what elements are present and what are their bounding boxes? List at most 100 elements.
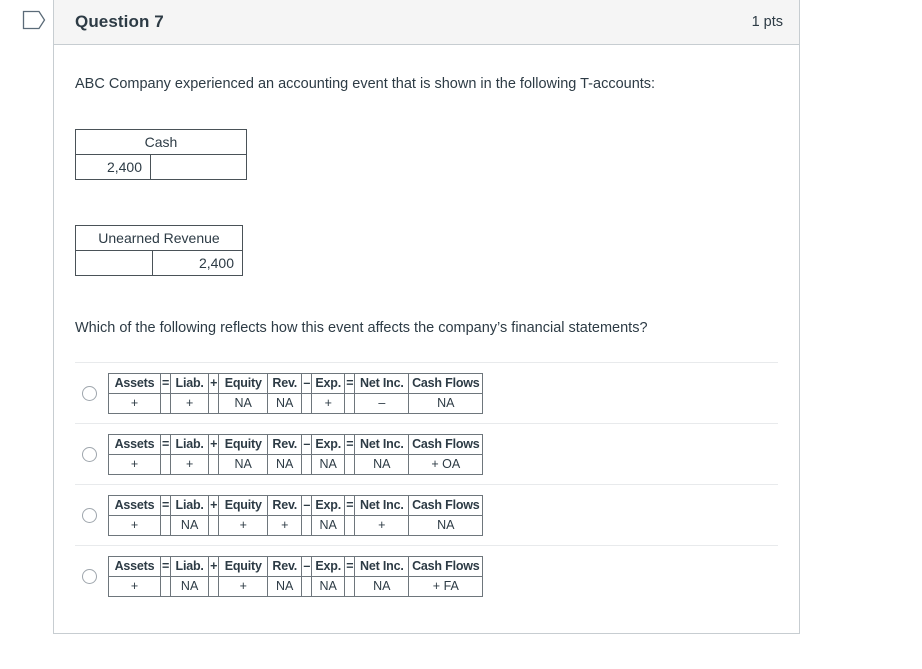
t-account-credit bbox=[150, 153, 247, 180]
intro-text: ABC Company experienced an accounting ev… bbox=[75, 76, 656, 92]
value-spacer-1 bbox=[159, 392, 172, 414]
value-liab: NA bbox=[170, 514, 210, 536]
value-exp: NA bbox=[311, 514, 346, 536]
col-header-equals-1: = bbox=[159, 372, 172, 394]
value-rev: NA bbox=[267, 392, 303, 414]
points-badge: 1 pts bbox=[751, 14, 783, 30]
radio-button-option-2[interactable] bbox=[82, 446, 97, 462]
answer-options-list: Assets = Liab. + Equity Rev. – Exp. = Ne… bbox=[75, 361, 778, 607]
t-account-credit: 2,400 bbox=[152, 249, 243, 276]
t-account-debit: 2,400 bbox=[75, 153, 151, 180]
col-header-plus: + bbox=[208, 372, 220, 394]
question-text: Which of the following reflects how this… bbox=[75, 319, 648, 336]
value-exp: + bbox=[311, 392, 346, 414]
value-net-inc: NA bbox=[354, 453, 410, 475]
value-equity: NA bbox=[218, 453, 269, 475]
value-net-inc: NA bbox=[354, 575, 410, 597]
col-header-exp: Exp. bbox=[311, 555, 346, 577]
value-spacer-4 bbox=[344, 514, 356, 536]
col-header-cash-flows: Cash Flows bbox=[408, 555, 484, 577]
col-header-net-inc: Net Inc. bbox=[354, 555, 410, 577]
col-header-equity: Equity bbox=[218, 555, 269, 577]
value-spacer-3 bbox=[301, 453, 313, 475]
value-spacer-3 bbox=[301, 575, 313, 597]
col-header-equals-1: = bbox=[159, 433, 172, 455]
answer-effects-table-2: Assets = Liab. + Equity Rev. – Exp. = Ne… bbox=[108, 433, 484, 475]
col-header-equals-2: = bbox=[344, 494, 356, 516]
col-header-minus: – bbox=[301, 555, 313, 577]
quiz-page: Question 7 1 pts ABC Company experienced… bbox=[0, 0, 922, 669]
col-header-assets: Assets bbox=[108, 372, 161, 394]
answer-option-1[interactable]: Assets = Liab. + Equity Rev. – Exp. = Ne… bbox=[75, 361, 778, 423]
value-equity: + bbox=[218, 575, 269, 597]
col-header-equals-2: = bbox=[344, 372, 356, 394]
col-header-rev: Rev. bbox=[267, 555, 303, 577]
col-header-equity: Equity bbox=[218, 494, 269, 516]
col-header-assets: Assets bbox=[108, 555, 161, 577]
radio-button-option-3[interactable] bbox=[82, 507, 97, 523]
t-account-cash: Cash 2,400 bbox=[75, 128, 247, 180]
answer-option-4[interactable]: Assets = Liab. + Equity Rev. – Exp. = Ne… bbox=[75, 544, 778, 607]
col-header-rev: Rev. bbox=[267, 494, 303, 516]
col-header-exp: Exp. bbox=[311, 433, 346, 455]
value-net-inc: + bbox=[354, 514, 410, 536]
col-header-minus: – bbox=[301, 372, 313, 394]
value-exp: NA bbox=[311, 453, 346, 475]
value-exp: NA bbox=[311, 575, 346, 597]
value-cash-flows: + OA bbox=[408, 453, 484, 475]
table-header-row: Assets = Liab. + Equity Rev. – Exp. = Ne… bbox=[108, 494, 484, 516]
col-header-net-inc: Net Inc. bbox=[354, 433, 410, 455]
col-header-rev: Rev. bbox=[267, 433, 303, 455]
answer-option-2[interactable]: Assets = Liab. + Equity Rev. – Exp. = Ne… bbox=[75, 422, 778, 484]
value-cash-flows: NA bbox=[408, 392, 484, 414]
col-header-liab: Liab. bbox=[170, 433, 210, 455]
col-header-assets: Assets bbox=[108, 494, 161, 516]
answer-effects-table-4: Assets = Liab. + Equity Rev. – Exp. = Ne… bbox=[108, 555, 484, 597]
col-header-equals-2: = bbox=[344, 555, 356, 577]
value-rev: NA bbox=[267, 453, 303, 475]
flag-tag-outline-icon[interactable] bbox=[22, 9, 48, 31]
col-header-equity: Equity bbox=[218, 372, 269, 394]
value-cash-flows: NA bbox=[408, 514, 484, 536]
col-header-plus: + bbox=[208, 555, 220, 577]
col-header-liab: Liab. bbox=[170, 555, 210, 577]
t-account-title-row: Cash bbox=[75, 129, 247, 155]
table-row: + NA + + NA + NA bbox=[108, 514, 484, 536]
col-header-net-inc: Net Inc. bbox=[354, 372, 410, 394]
t-account-amount-row: 2,400 bbox=[75, 153, 247, 180]
t-account-title: Unearned Revenue bbox=[75, 225, 243, 251]
value-rev: NA bbox=[267, 575, 303, 597]
question-card: Question 7 1 pts ABC Company experienced… bbox=[53, 0, 800, 634]
value-spacer-2 bbox=[208, 392, 220, 414]
radio-button-option-4[interactable] bbox=[82, 568, 97, 584]
radio-button-option-1[interactable] bbox=[82, 385, 97, 401]
col-header-minus: – bbox=[301, 433, 313, 455]
col-header-exp: Exp. bbox=[311, 372, 346, 394]
table-row: + + NA NA + – NA bbox=[108, 392, 484, 414]
t-account-debit bbox=[75, 249, 153, 276]
table-row: + + NA NA NA NA + OA bbox=[108, 453, 484, 475]
answer-option-3[interactable]: Assets = Liab. + Equity Rev. – Exp. = Ne… bbox=[75, 483, 778, 545]
col-header-rev: Rev. bbox=[267, 372, 303, 394]
t-account-amount-row: 2,400 bbox=[75, 249, 243, 276]
col-header-cash-flows: Cash Flows bbox=[408, 433, 484, 455]
value-rev: + bbox=[267, 514, 303, 536]
col-header-equals-2: = bbox=[344, 433, 356, 455]
value-spacer-2 bbox=[208, 575, 220, 597]
col-header-assets: Assets bbox=[108, 433, 161, 455]
value-net-inc: – bbox=[354, 392, 410, 414]
value-assets: + bbox=[108, 392, 161, 414]
value-spacer-4 bbox=[344, 453, 356, 475]
col-header-liab: Liab. bbox=[170, 494, 210, 516]
value-spacer-3 bbox=[301, 392, 313, 414]
value-cash-flows: + FA bbox=[408, 575, 484, 597]
page-title: Question 7 bbox=[75, 12, 164, 31]
value-assets: + bbox=[108, 575, 161, 597]
col-header-liab: Liab. bbox=[170, 372, 210, 394]
value-spacer-4 bbox=[344, 392, 356, 414]
col-header-cash-flows: Cash Flows bbox=[408, 494, 484, 516]
value-liab: NA bbox=[170, 575, 210, 597]
value-liab: + bbox=[170, 453, 210, 475]
value-equity: + bbox=[218, 514, 269, 536]
value-spacer-2 bbox=[208, 453, 220, 475]
